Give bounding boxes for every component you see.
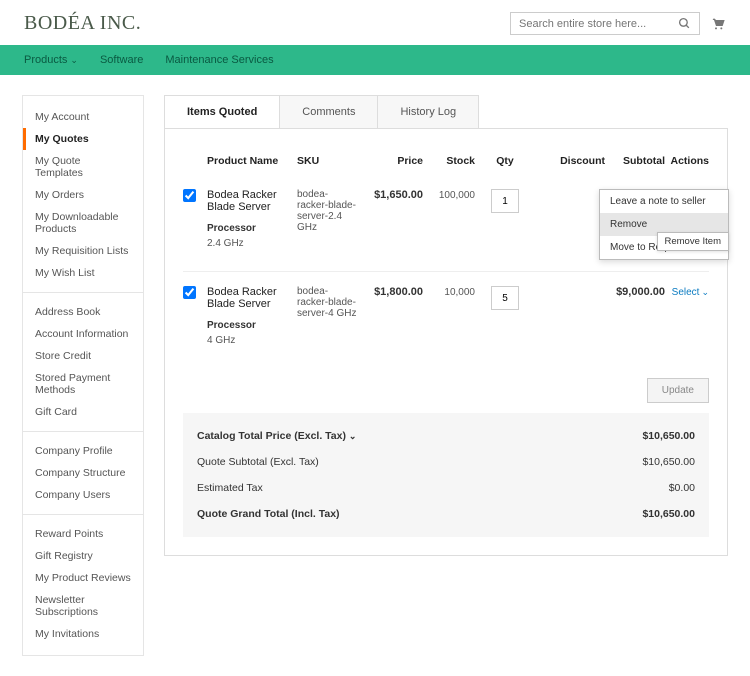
col-actions: Actions bbox=[665, 155, 709, 167]
table-row: Bodea Racker Blade Server Processor 4 GHz b… bbox=[183, 272, 709, 368]
sidebar-item[interactable]: Newsletter Subscriptions bbox=[35, 589, 131, 623]
sku: bodea-racker-blade-server-2.4 GHz bbox=[297, 189, 357, 233]
chevron-icon: ⌄ bbox=[701, 287, 709, 298]
tab[interactable]: History Log bbox=[378, 96, 478, 128]
sku: bodea-racker-blade-server-4 GHz bbox=[297, 286, 357, 319]
chevron-down-icon: ⌄ bbox=[70, 55, 78, 66]
sidebar: My AccountMy QuotesMy Quote TemplatesMy … bbox=[22, 95, 144, 656]
col-stock: Stock bbox=[431, 155, 475, 167]
search-icon[interactable] bbox=[678, 17, 691, 30]
subtotal: $9,000.00 bbox=[616, 286, 665, 298]
col-product-name: Product Name bbox=[207, 155, 297, 167]
sidebar-item[interactable]: My Invitations bbox=[35, 623, 131, 645]
spec-value: 2.4 GHz bbox=[207, 238, 297, 249]
header: BODÉA INC. bbox=[0, 0, 750, 45]
product-name: Bodea Racker Blade Server bbox=[207, 286, 297, 310]
total-label: Quote Subtotal (Excl. Tax) bbox=[197, 456, 319, 468]
nav-products[interactable]: Products⌄ bbox=[24, 54, 78, 66]
header-right bbox=[510, 12, 726, 35]
panel: Product Name SKU Price Stock Qty Discoun… bbox=[164, 128, 728, 556]
search-input[interactable] bbox=[519, 18, 678, 30]
spec-label: Processor bbox=[207, 223, 297, 234]
spec-value: 4 GHz bbox=[207, 335, 297, 346]
logo[interactable]: BODÉA INC. bbox=[24, 12, 141, 35]
tabs: Items QuotedCommentsHistory Log bbox=[164, 95, 479, 128]
main: Items QuotedCommentsHistory Log Product … bbox=[164, 95, 728, 556]
total-row: Quote Grand Total (Incl. Tax) $10,650.00 bbox=[197, 501, 695, 527]
stock: 10,000 bbox=[444, 287, 475, 298]
tab[interactable]: Comments bbox=[280, 96, 378, 128]
select-link[interactable]: Select ⌄ bbox=[672, 287, 709, 298]
total-label: Quote Grand Total (Incl. Tax) bbox=[197, 508, 340, 520]
sidebar-item[interactable]: Account Information bbox=[35, 323, 131, 345]
cart-icon[interactable] bbox=[710, 16, 726, 32]
sidebar-item[interactable]: My Quotes bbox=[23, 128, 131, 150]
total-value: $10,650.00 bbox=[642, 508, 695, 520]
total-label: Estimated Tax bbox=[197, 482, 263, 494]
col-qty: Qty bbox=[475, 155, 535, 167]
chevron-down-icon[interactable]: ⌄ bbox=[349, 431, 357, 441]
sidebar-item[interactable]: My Downloadable Products bbox=[35, 206, 131, 240]
sidebar-item[interactable]: My Wish List bbox=[35, 262, 131, 284]
col-price: Price bbox=[357, 155, 431, 167]
tab[interactable]: Items Quoted bbox=[165, 96, 280, 128]
product-name: Bodea Racker Blade Server bbox=[207, 189, 297, 213]
sidebar-item[interactable]: Store Credit bbox=[35, 345, 131, 367]
col-subtotal: Subtotal bbox=[605, 155, 665, 167]
dropdown-item[interactable]: Leave a note to seller bbox=[600, 190, 728, 213]
sidebar-item[interactable]: My Requisition Lists bbox=[35, 240, 131, 262]
update-row: Update bbox=[183, 368, 709, 413]
navbar: Products⌄ Software Maintenance Services bbox=[0, 45, 750, 75]
price: $1,800.00 bbox=[374, 286, 423, 298]
totals: Catalog Total Price (Excl. Tax) ⌄ $10,650… bbox=[183, 413, 709, 537]
sidebar-item[interactable]: Gift Card bbox=[35, 401, 131, 423]
qty-input[interactable] bbox=[491, 286, 519, 310]
stock: 100,000 bbox=[439, 190, 475, 201]
nav-software[interactable]: Software bbox=[100, 54, 143, 66]
qty-input[interactable] bbox=[491, 189, 519, 213]
sidebar-item[interactable]: Stored Payment Methods bbox=[35, 367, 131, 401]
sidebar-item[interactable]: Reward Points bbox=[35, 523, 131, 545]
total-value: $10,650.00 bbox=[642, 430, 695, 442]
search-box[interactable] bbox=[510, 12, 700, 35]
price: $1,650.00 bbox=[374, 189, 423, 201]
sidebar-item[interactable]: Company Profile bbox=[35, 440, 131, 462]
col-sku: SKU bbox=[297, 155, 357, 167]
sidebar-item[interactable]: Company Users bbox=[35, 484, 131, 506]
tooltip: Remove Item bbox=[657, 232, 730, 251]
total-row: Quote Subtotal (Excl. Tax) $10,650.00 bbox=[197, 449, 695, 475]
sidebar-item[interactable]: Gift Registry bbox=[35, 545, 131, 567]
spec-label: Processor bbox=[207, 320, 297, 331]
total-value: $10,650.00 bbox=[642, 456, 695, 468]
sidebar-item[interactable]: Company Structure bbox=[35, 462, 131, 484]
sidebar-item[interactable]: My Account bbox=[35, 106, 131, 128]
col-discount: Discount bbox=[535, 155, 605, 167]
sidebar-item[interactable]: My Orders bbox=[35, 184, 131, 206]
total-row: Catalog Total Price (Excl. Tax) ⌄ $10,650… bbox=[197, 423, 695, 449]
row-checkbox[interactable] bbox=[183, 286, 196, 299]
total-label: Catalog Total Price (Excl. Tax) ⌄ bbox=[197, 430, 356, 442]
total-row: Estimated Tax $0.00 bbox=[197, 475, 695, 501]
container: My AccountMy QuotesMy Quote TemplatesMy … bbox=[0, 75, 750, 676]
sidebar-item[interactable]: My Quote Templates bbox=[35, 150, 131, 184]
total-value: $0.00 bbox=[669, 482, 695, 494]
sidebar-item[interactable]: Address Book bbox=[35, 301, 131, 323]
row-checkbox[interactable] bbox=[183, 189, 196, 202]
sidebar-item[interactable]: My Product Reviews bbox=[35, 567, 131, 589]
table-header: Product Name SKU Price Stock Qty Discoun… bbox=[183, 147, 709, 175]
update-button[interactable]: Update bbox=[647, 378, 709, 403]
nav-maintenance[interactable]: Maintenance Services bbox=[165, 54, 273, 66]
